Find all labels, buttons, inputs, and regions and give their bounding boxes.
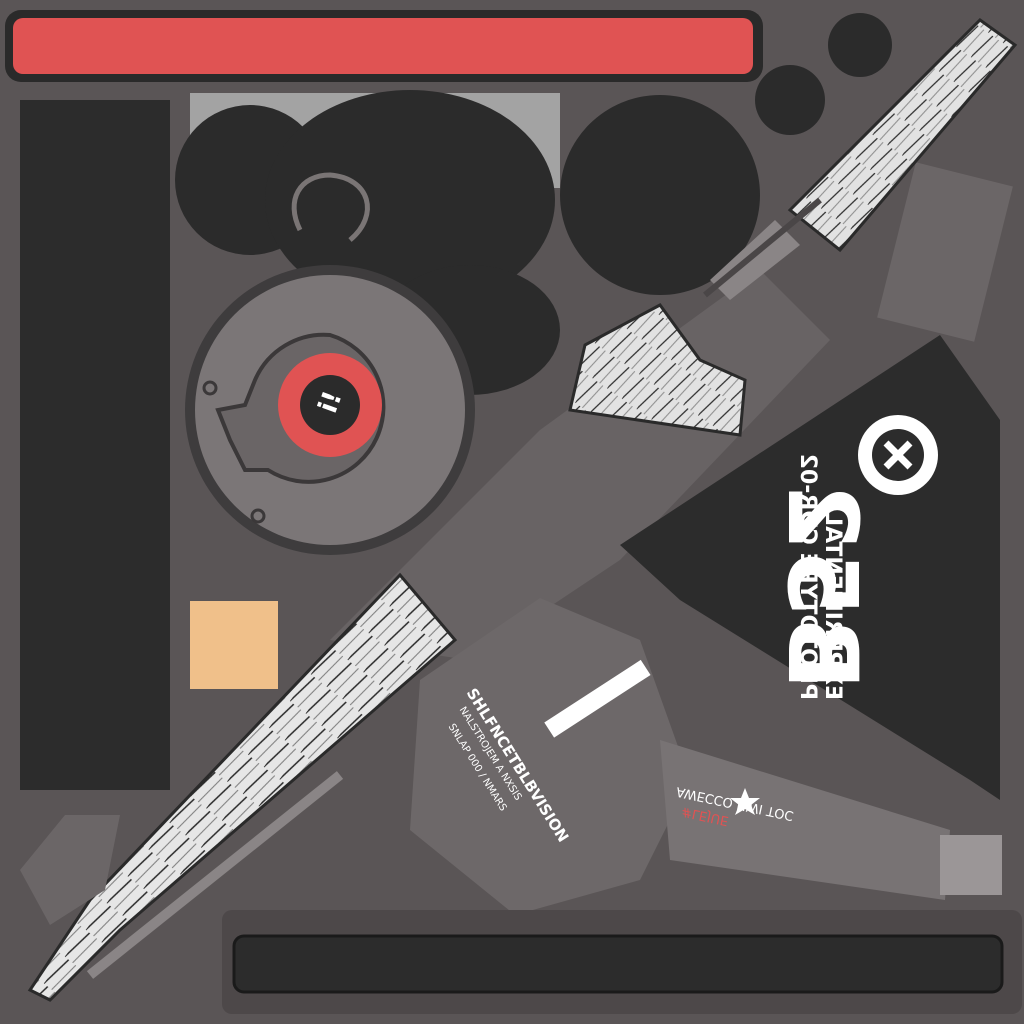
decal-big: B52	[766, 483, 878, 690]
bottom-dark-bar	[222, 910, 1022, 1014]
tan-swatch	[190, 601, 278, 689]
red-bar	[5, 10, 763, 82]
dark-panel-left	[20, 100, 170, 790]
gray-square	[877, 162, 1013, 342]
grip-cap	[940, 835, 1002, 895]
